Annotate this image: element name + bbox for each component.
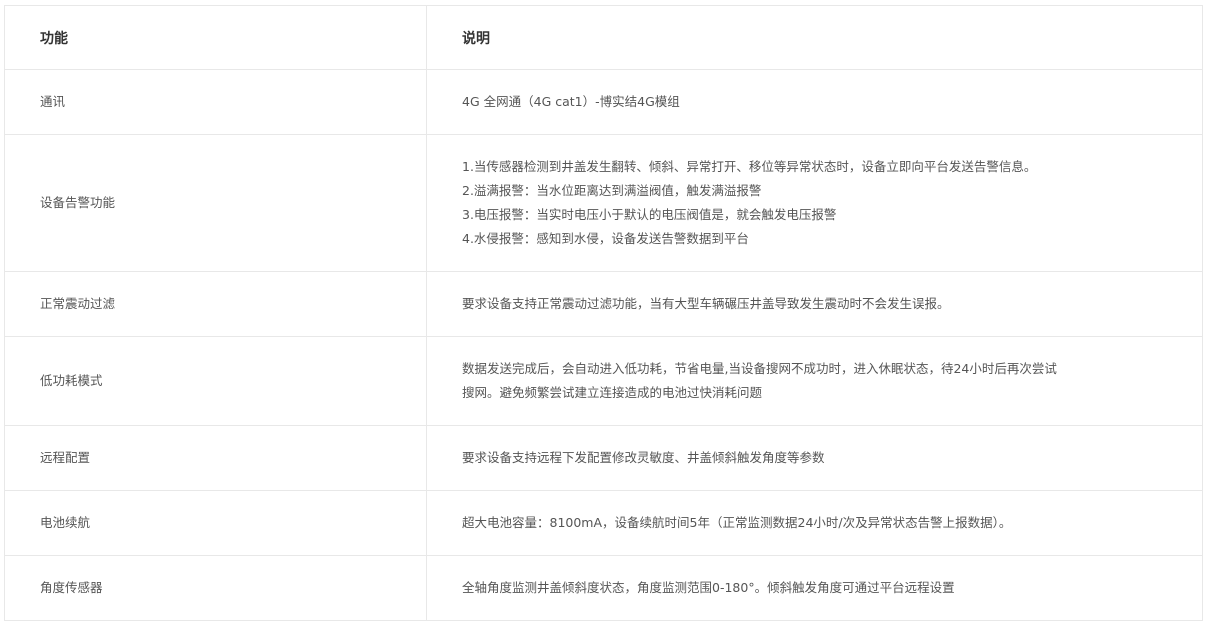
feature-cell: 正常震动过滤 [4, 271, 427, 337]
header-description: 说明 [426, 5, 1203, 70]
feature-cell: 通讯 [4, 69, 427, 135]
description-line: 3.电压报警：当实时电压小于默认的电压阀值是，就会触发电压报警 [462, 207, 837, 222]
description-cell: 数据发送完成后，会自动进入低功耗，节省电量,当设备搜网不成功时，进入休眠状态，待… [426, 336, 1203, 426]
description-line: 搜网。避免频繁尝试建立连接造成的电池过快消耗问题 [462, 385, 763, 400]
table-row: 通讯 4G 全网通（4G cat1）-博实结4G模组 [4, 69, 1203, 135]
description-line: 2.溢满报警：当水位距离达到满溢阀值，触发满溢报警 [462, 183, 762, 198]
table-row: 电池续航 超大电池容量：8100mA，设备续航时间5年（正常监测数据24小时/次… [4, 490, 1203, 556]
feature-spec-table: 功能 说明 通讯 4G 全网通（4G cat1）-博实结4G模组 设备告警功能 … [4, 5, 1203, 621]
description-cell: 全轴角度监测井盖倾斜度状态，角度监测范围0-180°。倾斜触发角度可通过平台远程… [426, 555, 1203, 621]
feature-cell: 远程配置 [4, 425, 427, 491]
description-line: 数据发送完成后，会自动进入低功耗，节省电量,当设备搜网不成功时，进入休眠状态，待… [462, 361, 1057, 376]
feature-cell: 设备告警功能 [4, 134, 427, 272]
table-row: 远程配置 要求设备支持远程下发配置修改灵敏度、井盖倾斜触发角度等参数 [4, 425, 1203, 491]
description-line: 全轴角度监测井盖倾斜度状态，角度监测范围0-180°。倾斜触发角度可通过平台远程… [462, 580, 955, 595]
description-cell: 要求设备支持正常震动过滤功能，当有大型车辆碾压井盖导致发生震动时不会发生误报。 [426, 271, 1203, 337]
description-line: 4G 全网通（4G cat1）-博实结4G模组 [462, 94, 680, 109]
feature-cell: 角度传感器 [4, 555, 427, 621]
description-line: 超大电池容量：8100mA，设备续航时间5年（正常监测数据24小时/次及异常状态… [462, 515, 1012, 530]
description-cell: 超大电池容量：8100mA，设备续航时间5年（正常监测数据24小时/次及异常状态… [426, 490, 1203, 556]
table-row: 低功耗模式 数据发送完成后，会自动进入低功耗，节省电量,当设备搜网不成功时，进入… [4, 336, 1203, 426]
description-line: 1.当传感器检测到井盖发生翻转、倾斜、异常打开、移位等异常状态时，设备立即向平台… [462, 159, 1037, 174]
description-line: 要求设备支持正常震动过滤功能，当有大型车辆碾压井盖导致发生震动时不会发生误报。 [462, 296, 950, 311]
description-cell: 要求设备支持远程下发配置修改灵敏度、井盖倾斜触发角度等参数 [426, 425, 1203, 491]
feature-cell: 电池续航 [4, 490, 427, 556]
table-row: 角度传感器 全轴角度监测井盖倾斜度状态，角度监测范围0-180°。倾斜触发角度可… [4, 555, 1203, 621]
description-cell: 1.当传感器检测到井盖发生翻转、倾斜、异常打开、移位等异常状态时，设备立即向平台… [426, 134, 1203, 272]
description-cell: 4G 全网通（4G cat1）-博实结4G模组 [426, 69, 1203, 135]
table-row: 正常震动过滤 要求设备支持正常震动过滤功能，当有大型车辆碾压井盖导致发生震动时不… [4, 271, 1203, 337]
feature-cell: 低功耗模式 [4, 336, 427, 426]
header-feature: 功能 [4, 5, 427, 70]
table-header-row: 功能 说明 [4, 5, 1203, 70]
description-line: 要求设备支持远程下发配置修改灵敏度、井盖倾斜触发角度等参数 [462, 450, 825, 465]
description-line: 4.水侵报警：感知到水侵，设备发送告警数据到平台 [462, 231, 749, 246]
table-row: 设备告警功能 1.当传感器检测到井盖发生翻转、倾斜、异常打开、移位等异常状态时，… [4, 134, 1203, 272]
